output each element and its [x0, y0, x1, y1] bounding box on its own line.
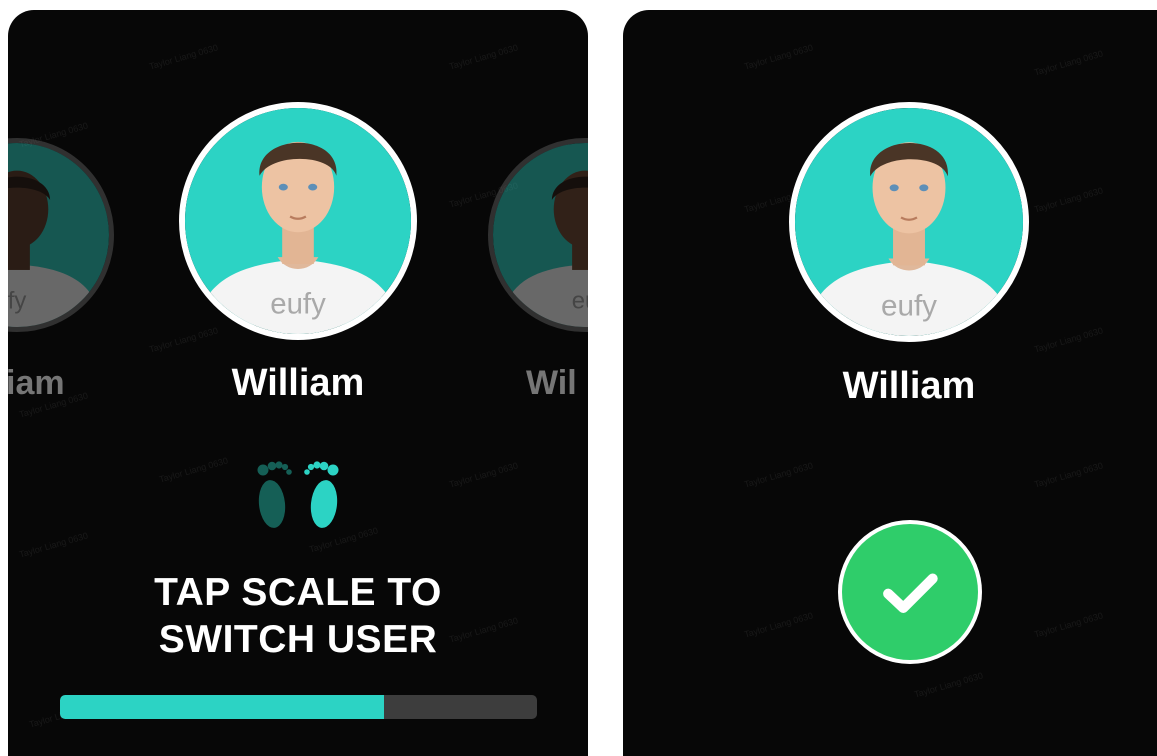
watermark: Taylor Liang 0630 [147, 325, 220, 355]
watermark: Taylor Liang 0630 [1032, 460, 1105, 490]
watermark: Taylor Liang 0630 [1032, 325, 1105, 355]
user-confirmed-screen: Taylor Liang 0630 Taylor Liang 0630 Tayl… [623, 10, 1157, 756]
watermark: Taylor Liang 0630 [1032, 48, 1105, 78]
watermark: Taylor Liang 0630 [912, 670, 985, 700]
current-user-name: William [231, 362, 365, 404]
checkmark-icon [838, 520, 982, 664]
watermark: Taylor Liang 0630 [742, 610, 815, 640]
shirt-logo: eufy [881, 289, 937, 322]
watermark: Taylor Liang 0630 [147, 42, 220, 72]
watermark: Taylor Liang 0630 [742, 460, 815, 490]
watermark: Taylor Liang 0630 [1032, 185, 1105, 215]
watermark: Taylor Liang 0630 [447, 42, 520, 72]
shirt-logo: eu [572, 288, 588, 315]
watermark: Taylor Liang 0630 [17, 530, 90, 560]
user-switch-screen: Taylor Liang 0630 Taylor Liang 0630 Tayl… [8, 10, 588, 756]
progress-fill [60, 695, 385, 719]
next-user-avatar[interactable]: eu [488, 138, 588, 332]
switch-progress-bar [60, 695, 537, 719]
prompt-line-1: TAP SCALE TO [154, 571, 442, 614]
user-name: William [842, 365, 976, 407]
prompt-line-2: SWITCH USER [158, 618, 438, 661]
shirt-logo: eufy [270, 288, 326, 321]
user-avatar: eufy [789, 102, 1029, 342]
watermark: Taylor Liang 0630 [447, 460, 520, 490]
watermark: Taylor Liang 0630 [1032, 610, 1105, 640]
footprints-icon [246, 448, 350, 530]
current-user-avatar[interactable]: eufy [179, 102, 417, 340]
next-user-name[interactable]: Wil [526, 364, 577, 403]
watermark: Taylor Liang 0630 [157, 455, 230, 485]
watermark: Taylor Liang 0630 [742, 42, 815, 72]
shirt-logo: fy [8, 288, 26, 315]
prev-user-avatar[interactable]: fy [8, 138, 114, 332]
